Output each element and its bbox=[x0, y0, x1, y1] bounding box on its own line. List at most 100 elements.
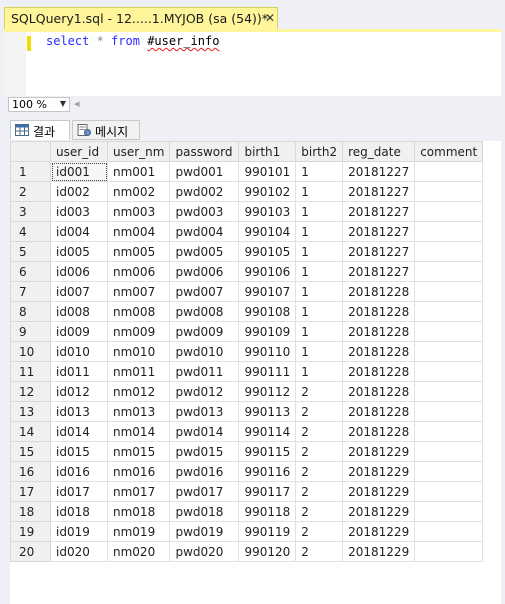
grid-cell-reg_date[interactable]: 20181228 bbox=[342, 321, 416, 342]
grid-cell-user_id[interactable]: id009 bbox=[50, 321, 108, 342]
row-number[interactable]: 15 bbox=[10, 441, 51, 462]
grid-cell-reg_date[interactable]: 20181227 bbox=[342, 221, 416, 242]
grid-cell-birth1[interactable]: 990105 bbox=[238, 241, 297, 262]
grid-cell-birth1[interactable]: 990106 bbox=[238, 261, 297, 282]
grid-cell-password[interactable]: pwd009 bbox=[169, 321, 240, 342]
row-number[interactable]: 11 bbox=[10, 361, 51, 382]
grid-cell-reg_date[interactable]: 20181229 bbox=[342, 501, 416, 522]
grid-cell-reg_date[interactable]: 20181228 bbox=[342, 361, 416, 382]
column-header-user_id[interactable]: user_id bbox=[50, 141, 108, 162]
grid-cell-comment[interactable] bbox=[414, 401, 484, 422]
grid-cell-birth2[interactable]: 2 bbox=[295, 381, 344, 402]
row-number[interactable]: 8 bbox=[10, 301, 51, 322]
grid-cell-password[interactable]: pwd019 bbox=[169, 521, 240, 542]
grid-cell-comment[interactable] bbox=[414, 541, 484, 562]
grid-cell-birth1[interactable]: 990103 bbox=[238, 201, 297, 222]
grid-cell-reg_date[interactable]: 20181229 bbox=[342, 481, 416, 502]
grid-cell-user_nm[interactable]: nm006 bbox=[106, 261, 171, 282]
column-header-password[interactable]: password bbox=[169, 141, 240, 162]
row-number[interactable]: 19 bbox=[10, 521, 51, 542]
grid-cell-password[interactable]: pwd020 bbox=[169, 541, 240, 562]
grid-cell-birth1[interactable]: 990104 bbox=[238, 221, 297, 242]
grid-cell-user_nm[interactable]: nm012 bbox=[106, 381, 171, 402]
grid-cell-user_nm[interactable]: nm019 bbox=[106, 521, 171, 542]
grid-cell-user_nm[interactable]: nm017 bbox=[106, 481, 171, 502]
grid-cell-user_nm[interactable]: nm001 bbox=[106, 161, 171, 182]
grid-cell-password[interactable]: pwd015 bbox=[169, 441, 240, 462]
grid-cell-user_id[interactable]: id018 bbox=[50, 501, 108, 522]
grid-cell-birth1[interactable]: 990101 bbox=[238, 161, 297, 182]
grid-cell-birth2[interactable]: 1 bbox=[295, 341, 344, 362]
row-number[interactable]: 5 bbox=[10, 241, 51, 262]
grid-cell-user_id[interactable]: id002 bbox=[50, 181, 108, 202]
grid-cell-birth1[interactable]: 990120 bbox=[238, 541, 297, 562]
grid-cell-birth2[interactable]: 2 bbox=[295, 541, 344, 562]
grid-cell-reg_date[interactable]: 20181229 bbox=[342, 461, 416, 482]
grid-cell-password[interactable]: pwd013 bbox=[169, 401, 240, 422]
grid-cell-password[interactable]: pwd003 bbox=[169, 201, 240, 222]
grid-cell-birth2[interactable]: 1 bbox=[295, 161, 344, 182]
grid-cell-comment[interactable] bbox=[414, 441, 484, 462]
grid-cell-comment[interactable] bbox=[414, 521, 484, 542]
row-number[interactable]: 9 bbox=[10, 321, 51, 342]
grid-cell-password[interactable]: pwd005 bbox=[169, 241, 240, 262]
grid-cell-comment[interactable] bbox=[414, 381, 484, 402]
grid-cell-birth2[interactable]: 1 bbox=[295, 301, 344, 322]
row-number[interactable]: 20 bbox=[10, 541, 51, 562]
grid-cell-birth1[interactable]: 990107 bbox=[238, 281, 297, 302]
row-number[interactable]: 6 bbox=[10, 261, 51, 282]
grid-cell-reg_date[interactable]: 20181228 bbox=[342, 401, 416, 422]
grid-cell-user_id[interactable]: id019 bbox=[50, 521, 108, 542]
grid-cell-birth2[interactable]: 1 bbox=[295, 181, 344, 202]
grid-cell-birth1[interactable]: 990117 bbox=[238, 481, 297, 502]
grid-cell-birth1[interactable]: 990102 bbox=[238, 181, 297, 202]
grid-cell-user_id[interactable]: id011 bbox=[50, 361, 108, 382]
grid-cell-reg_date[interactable]: 20181228 bbox=[342, 381, 416, 402]
grid-cell-birth2[interactable]: 1 bbox=[295, 361, 344, 382]
results-grid[interactable]: user_id user_nm password birth1 birth2 reg_da… bbox=[10, 141, 501, 604]
grid-cell-birth2[interactable]: 2 bbox=[295, 401, 344, 422]
grid-cell-comment[interactable] bbox=[414, 221, 484, 242]
grid-cell-user_id[interactable]: id012 bbox=[50, 381, 108, 402]
grid-cell-birth1[interactable]: 990115 bbox=[238, 441, 297, 462]
grid-cell-user_id[interactable]: id016 bbox=[50, 461, 108, 482]
grid-cell-birth1[interactable]: 990110 bbox=[238, 341, 297, 362]
grid-cell-birth1[interactable]: 990109 bbox=[238, 321, 297, 342]
column-header-birth2[interactable]: birth2 bbox=[295, 141, 344, 162]
row-number[interactable]: 18 bbox=[10, 501, 51, 522]
grid-cell-birth2[interactable]: 2 bbox=[295, 521, 344, 542]
grid-cell-birth1[interactable]: 990108 bbox=[238, 301, 297, 322]
grid-cell-birth1[interactable]: 990119 bbox=[238, 521, 297, 542]
grid-cell-reg_date[interactable]: 20181227 bbox=[342, 261, 416, 282]
grid-cell-user_nm[interactable]: nm003 bbox=[106, 201, 171, 222]
grid-cell-user_nm[interactable]: nm013 bbox=[106, 401, 171, 422]
row-number[interactable]: 2 bbox=[10, 181, 51, 202]
close-icon[interactable]: ✕ bbox=[265, 11, 275, 25]
column-header-user_nm[interactable]: user_nm bbox=[106, 141, 171, 162]
zoom-dropdown[interactable]: 100 % ▼ bbox=[8, 97, 70, 112]
grid-cell-password[interactable]: pwd007 bbox=[169, 281, 240, 302]
grid-cell-birth2[interactable]: 1 bbox=[295, 281, 344, 302]
row-number[interactable]: 3 bbox=[10, 201, 51, 222]
row-number[interactable]: 12 bbox=[10, 381, 51, 402]
row-number[interactable]: 17 bbox=[10, 481, 51, 502]
grid-cell-user_id[interactable]: id004 bbox=[50, 221, 108, 242]
grid-cell-birth2[interactable]: 1 bbox=[295, 241, 344, 262]
grid-cell-user_nm[interactable]: nm009 bbox=[106, 321, 171, 342]
grid-cell-user_id[interactable]: id005 bbox=[50, 241, 108, 262]
grid-cell-password[interactable]: pwd006 bbox=[169, 261, 240, 282]
grid-cell-birth2[interactable]: 2 bbox=[295, 421, 344, 442]
grid-cell-birth2[interactable]: 1 bbox=[295, 321, 344, 342]
grid-cell-user_id[interactable]: id001 bbox=[50, 161, 108, 182]
grid-cell-user_nm[interactable]: nm005 bbox=[106, 241, 171, 262]
grid-cell-comment[interactable] bbox=[414, 501, 484, 522]
grid-cell-birth2[interactable]: 1 bbox=[295, 261, 344, 282]
grid-cell-password[interactable]: pwd002 bbox=[169, 181, 240, 202]
column-header-comment[interactable]: comment bbox=[414, 141, 484, 162]
grid-cell-password[interactable]: pwd017 bbox=[169, 481, 240, 502]
grid-cell-user_id[interactable]: id006 bbox=[50, 261, 108, 282]
grid-cell-comment[interactable] bbox=[414, 421, 484, 442]
grid-cell-birth2[interactable]: 1 bbox=[295, 221, 344, 242]
scroll-left-arrow-icon[interactable]: ◂ bbox=[74, 97, 80, 110]
query-editor[interactable]: select * from #user_info bbox=[4, 29, 501, 96]
